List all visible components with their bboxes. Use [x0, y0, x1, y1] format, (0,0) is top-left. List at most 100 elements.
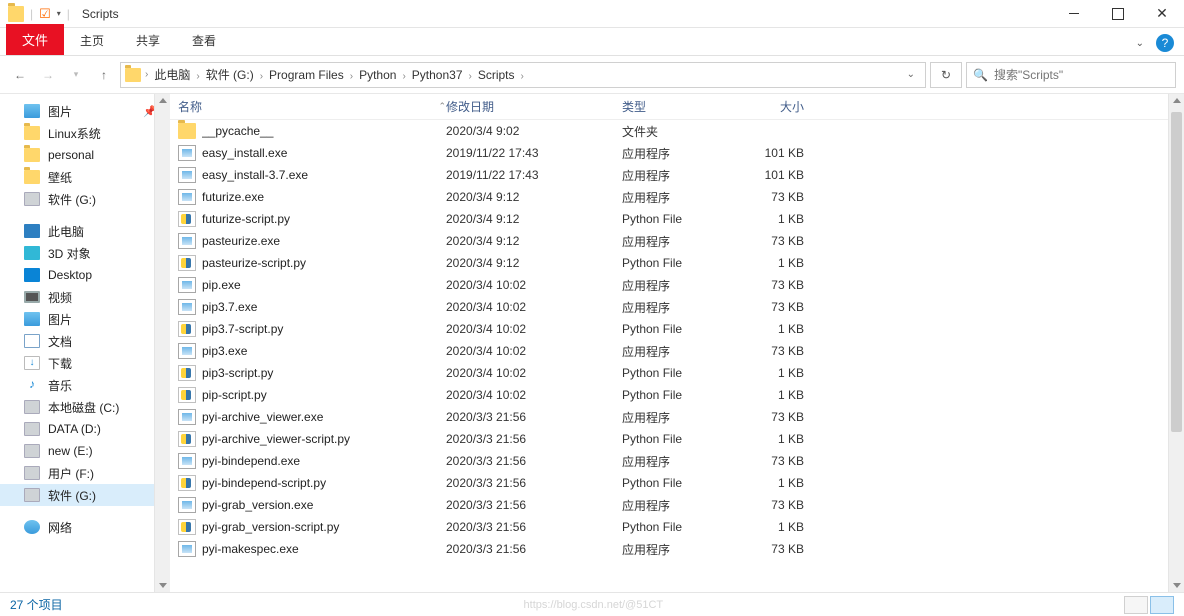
- file-row[interactable]: pyi-archive_viewer.exe2020/3/3 21:56应用程序…: [170, 406, 1184, 428]
- chevron-down-icon[interactable]: ⌄: [901, 69, 921, 80]
- file-type: 应用程序: [622, 343, 734, 360]
- file-row[interactable]: pip3.7-script.py2020/3/4 10:02Python Fil…: [170, 318, 1184, 340]
- file-row[interactable]: futurize-script.py2020/3/4 9:12Python Fi…: [170, 208, 1184, 230]
- sidebar-item[interactable]: 软件 (G:): [0, 188, 169, 210]
- file-row[interactable]: pyi-bindepend.exe2020/3/3 21:56应用程序73 KB: [170, 450, 1184, 472]
- drive-icon: [24, 444, 40, 458]
- tab-home[interactable]: 主页: [64, 26, 120, 55]
- chevron-right-icon[interactable]: ›: [194, 71, 201, 82]
- up-button[interactable]: ↑: [92, 63, 116, 87]
- sidebar-item[interactable]: 本地磁盘 (C:): [0, 396, 169, 418]
- tab-share[interactable]: 共享: [120, 26, 176, 55]
- file-row[interactable]: easy_install.exe2019/11/22 17:43应用程序101 …: [170, 142, 1184, 164]
- file-row[interactable]: pyi-bindepend-script.py2020/3/3 21:56Pyt…: [170, 472, 1184, 494]
- search-input[interactable]: [994, 68, 1169, 82]
- chevron-right-icon[interactable]: ›: [143, 69, 150, 80]
- file-row[interactable]: pip.exe2020/3/4 10:02应用程序73 KB: [170, 274, 1184, 296]
- file-row[interactable]: pasteurize-script.py2020/3/4 9:12Python …: [170, 252, 1184, 274]
- recent-dropdown[interactable]: ▾: [64, 63, 88, 87]
- file-row[interactable]: pyi-archive_viewer-script.py2020/3/3 21:…: [170, 428, 1184, 450]
- sidebar-item[interactable]: Desktop: [0, 264, 169, 286]
- scrollbar[interactable]: [1168, 94, 1184, 592]
- sidebar-item[interactable]: 文档: [0, 330, 169, 352]
- minimize-button[interactable]: [1052, 0, 1096, 28]
- address-bar[interactable]: › 此电脑›软件 (G:)›Program Files›Python›Pytho…: [120, 62, 926, 88]
- chevron-right-icon[interactable]: ›: [467, 71, 474, 82]
- sidebar-item[interactable]: ♪音乐: [0, 374, 169, 396]
- breadcrumb-segment[interactable]: Python37: [408, 68, 467, 82]
- back-button[interactable]: ←: [8, 63, 32, 87]
- sidebar-item-label: 网络: [48, 519, 72, 536]
- refresh-button[interactable]: ↻: [930, 62, 962, 88]
- file-type: Python File: [622, 388, 734, 402]
- pic-icon: [24, 104, 40, 118]
- column-name[interactable]: 名称⌃: [178, 98, 446, 115]
- breadcrumb-segment[interactable]: 此电脑: [150, 68, 194, 82]
- sidebar-item[interactable]: 壁纸: [0, 166, 169, 188]
- tab-view[interactable]: 查看: [176, 26, 232, 55]
- sidebar-item[interactable]: Linux系统: [0, 122, 169, 144]
- breadcrumb-segment[interactable]: Scripts: [474, 68, 519, 82]
- search-icon: 🔍: [973, 68, 988, 82]
- file-row[interactable]: pyi-grab_version-script.py2020/3/3 21:56…: [170, 516, 1184, 538]
- sidebar-item[interactable]: 网络: [0, 516, 169, 538]
- tab-file[interactable]: 文件: [6, 24, 64, 55]
- file-date: 2020/3/4 9:12: [446, 212, 622, 226]
- chevron-right-icon[interactable]: ›: [519, 71, 526, 82]
- sidebar-item[interactable]: 图片: [0, 308, 169, 330]
- file-row[interactable]: __pycache__2020/3/4 9:02文件夹: [170, 120, 1184, 142]
- file-row[interactable]: pip-script.py2020/3/4 10:02Python File1 …: [170, 384, 1184, 406]
- sidebar-item[interactable]: personal: [0, 144, 169, 166]
- sidebar-item[interactable]: 图片📌: [0, 100, 169, 122]
- breadcrumb-segment[interactable]: Program Files: [265, 68, 348, 82]
- view-large-button[interactable]: [1150, 596, 1174, 614]
- forward-button[interactable]: →: [36, 63, 60, 87]
- file-size: 101 KB: [734, 168, 814, 182]
- check-icon[interactable]: ☑: [39, 6, 51, 22]
- file-name: futurize-script.py: [202, 212, 446, 226]
- view-details-button[interactable]: [1124, 596, 1148, 614]
- sidebar-scrollbar[interactable]: [154, 94, 170, 592]
- column-type[interactable]: 类型: [622, 98, 734, 115]
- file-size: 73 KB: [734, 300, 814, 314]
- sidebar-item[interactable]: 视频: [0, 286, 169, 308]
- file-row[interactable]: pyi-grab_version.exe2020/3/3 21:56应用程序73…: [170, 494, 1184, 516]
- drive-icon: [24, 422, 40, 436]
- breadcrumb-segment[interactable]: Python: [355, 68, 400, 82]
- sidebar-item-label: 软件 (G:): [48, 487, 96, 504]
- sidebar-item[interactable]: ↓下载: [0, 352, 169, 374]
- file-row[interactable]: easy_install-3.7.exe2019/11/22 17:43应用程序…: [170, 164, 1184, 186]
- file-row[interactable]: pip3.exe2020/3/4 10:02应用程序73 KB: [170, 340, 1184, 362]
- chevron-right-icon[interactable]: ›: [258, 71, 265, 82]
- folder-icon: [125, 68, 141, 82]
- file-row[interactable]: pyi-makespec.exe2020/3/3 21:56应用程序73 KB: [170, 538, 1184, 560]
- sidebar-item[interactable]: DATA (D:): [0, 418, 169, 440]
- file-icon: [178, 475, 196, 491]
- search-box[interactable]: 🔍: [966, 62, 1176, 88]
- close-button[interactable]: ✕: [1140, 0, 1184, 28]
- breadcrumb-segment[interactable]: 软件 (G:): [202, 68, 258, 82]
- sidebar-item-label: 3D 对象: [48, 245, 91, 262]
- chevron-right-icon[interactable]: ›: [400, 71, 407, 82]
- file-date: 2020/3/3 21:56: [446, 498, 622, 512]
- sidebar-item[interactable]: 3D 对象: [0, 242, 169, 264]
- maximize-button[interactable]: [1096, 0, 1140, 28]
- help-icon[interactable]: ?: [1156, 34, 1174, 52]
- column-date[interactable]: 修改日期: [446, 98, 622, 115]
- file-icon: [178, 453, 196, 469]
- file-size: 1 KB: [734, 366, 814, 380]
- chevron-down-icon[interactable]: ⌄: [1136, 38, 1144, 49]
- chevron-right-icon[interactable]: ›: [348, 71, 355, 82]
- file-row[interactable]: pip3.7.exe2020/3/4 10:02应用程序73 KB: [170, 296, 1184, 318]
- file-row[interactable]: pip3-script.py2020/3/4 10:02Python File1…: [170, 362, 1184, 384]
- file-row[interactable]: pasteurize.exe2020/3/4 9:12应用程序73 KB: [170, 230, 1184, 252]
- sidebar-item[interactable]: 用户 (F:): [0, 462, 169, 484]
- sidebar-item[interactable]: new (E:): [0, 440, 169, 462]
- chevron-down-icon[interactable]: ▾: [57, 9, 61, 18]
- sidebar-item[interactable]: 此电脑: [0, 220, 169, 242]
- file-row[interactable]: futurize.exe2020/3/4 9:12应用程序73 KB: [170, 186, 1184, 208]
- scrollbar-thumb[interactable]: [1171, 112, 1182, 432]
- file-icon: [178, 519, 196, 535]
- sidebar-item[interactable]: 软件 (G:): [0, 484, 169, 506]
- column-size[interactable]: 大小: [734, 98, 814, 115]
